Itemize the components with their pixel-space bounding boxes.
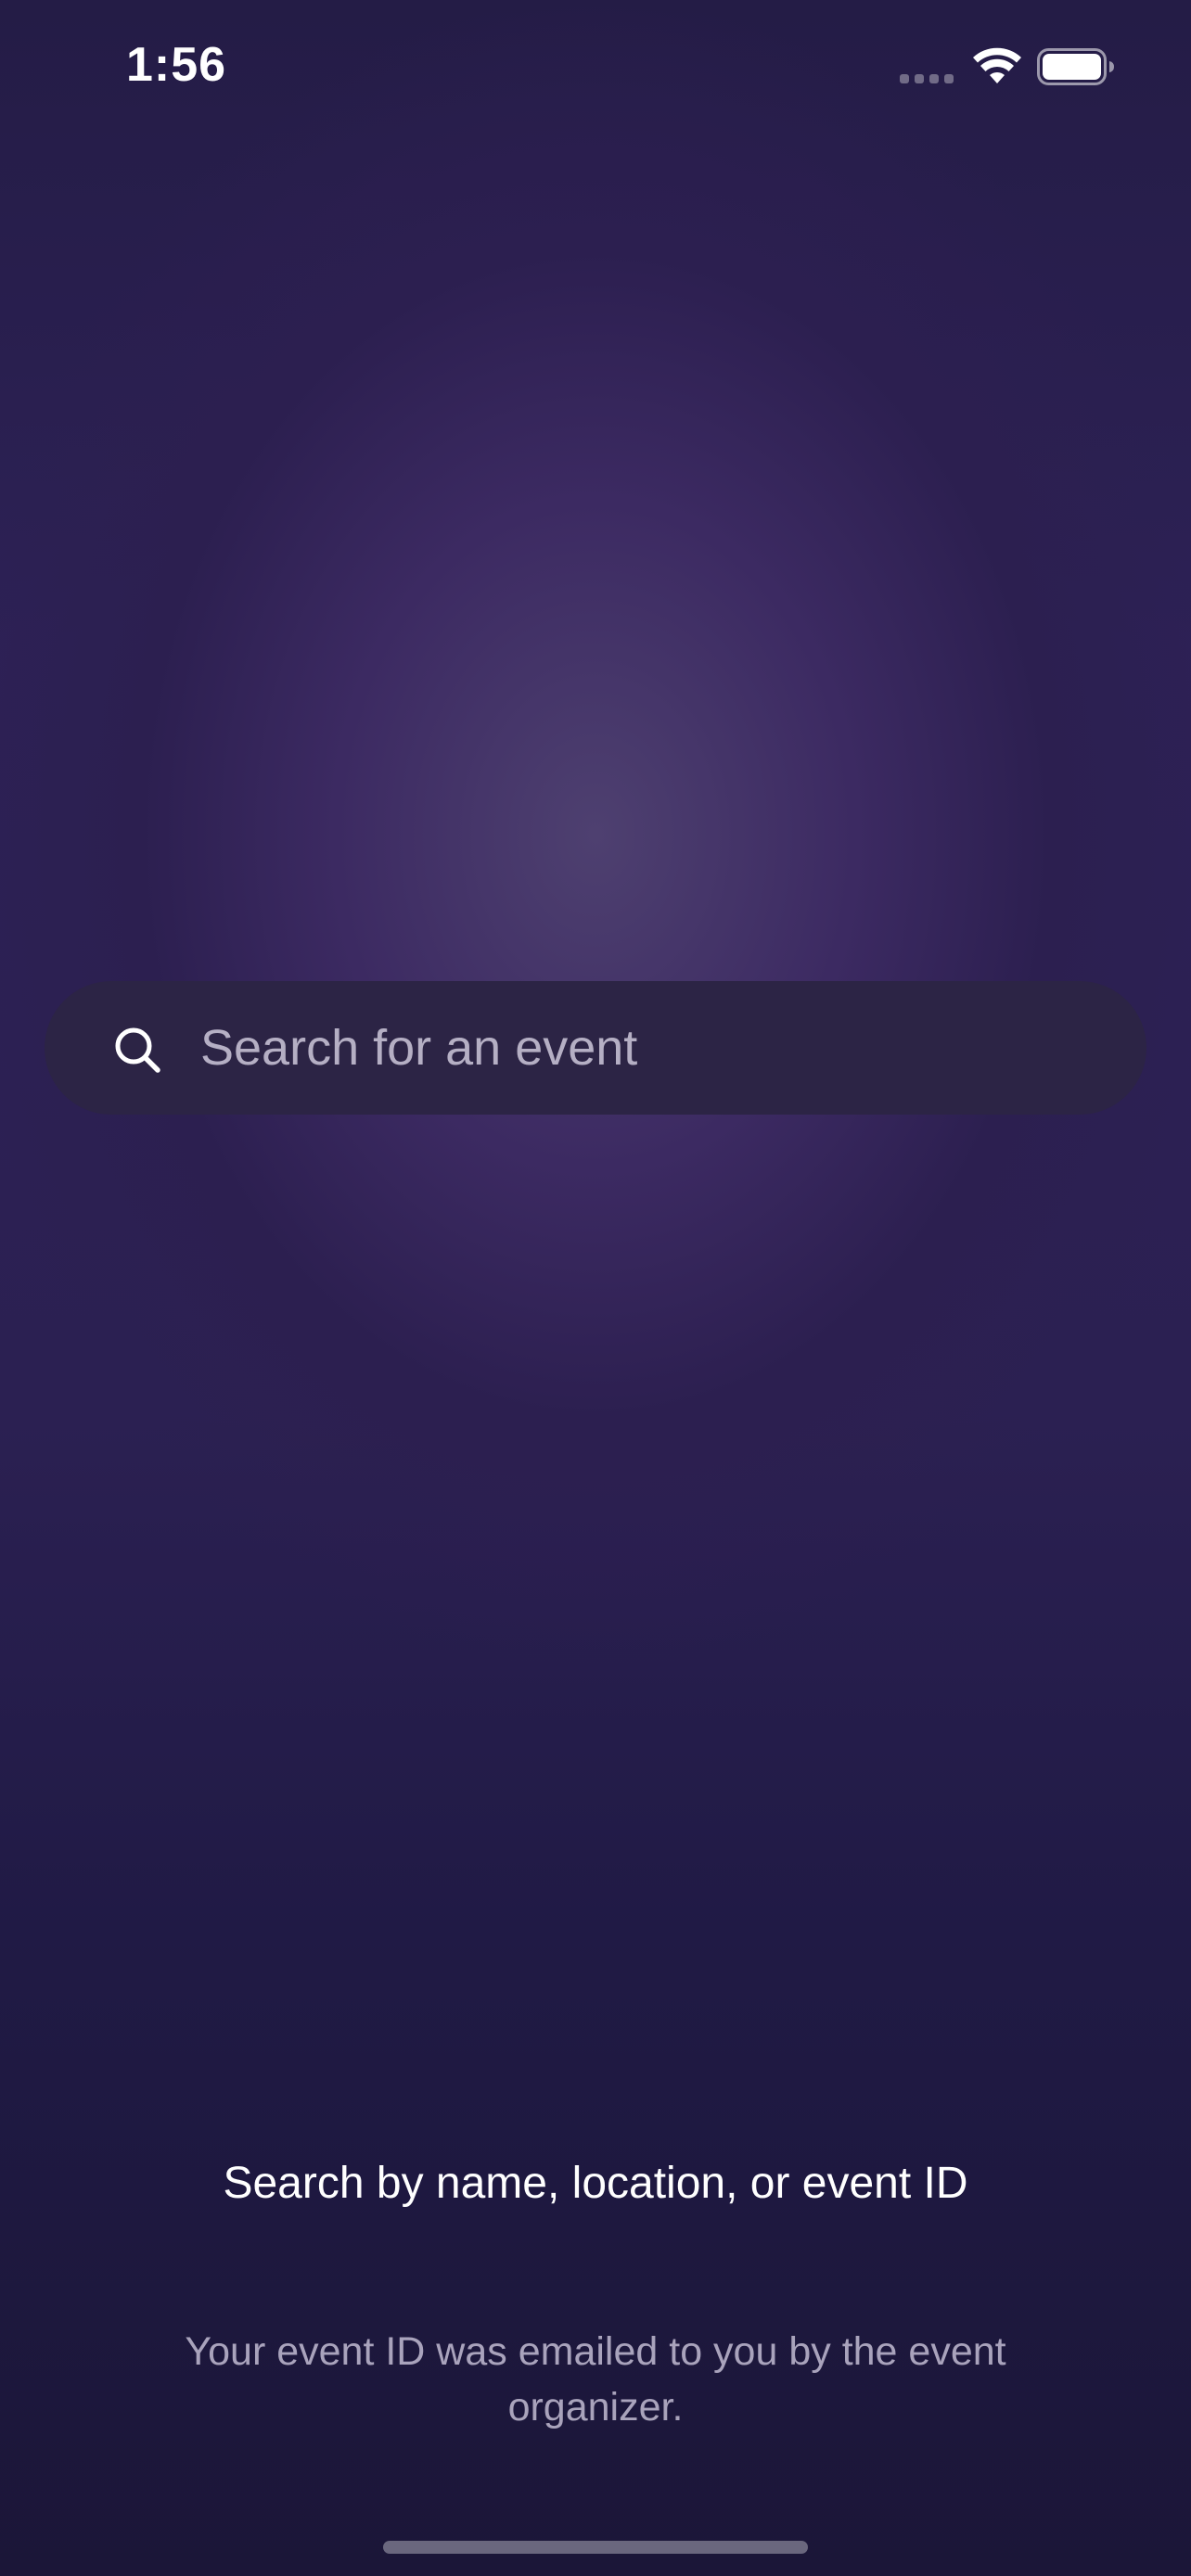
search-icon <box>115 1027 160 1073</box>
search-hint-subtitle: Your event ID was emailed to you by the … <box>185 2329 1006 2429</box>
search-hint-title: Search by name, location, or event ID <box>223 2159 968 2208</box>
status-bar: 1:56 <box>0 0 1191 139</box>
search-bar[interactable] <box>45 981 1146 1115</box>
wifi-icon <box>973 47 1021 83</box>
cellular-signal-icon <box>900 74 954 83</box>
status-time: 1:56 <box>126 38 227 92</box>
search-input[interactable] <box>200 1009 1109 1087</box>
home-indicator <box>383 2541 808 2554</box>
battery-icon <box>1037 48 1114 85</box>
